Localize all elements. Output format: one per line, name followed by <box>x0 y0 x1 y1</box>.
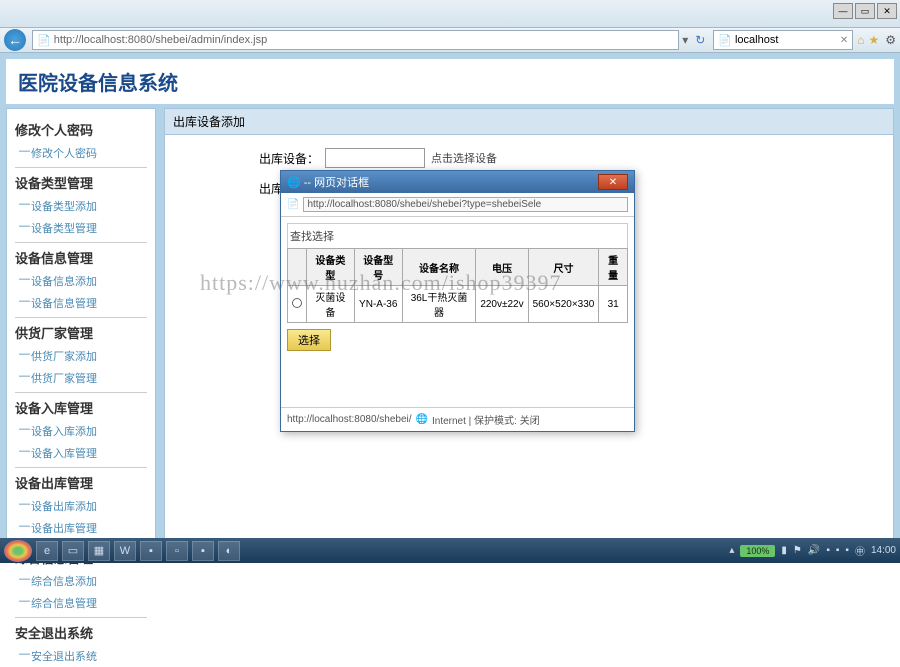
tools-icon[interactable]: ⚙ <box>885 33 896 47</box>
close-window-button[interactable]: ✕ <box>877 3 897 19</box>
table-cell: 560×520×330 <box>528 286 599 323</box>
table-row[interactable]: 灭菌设备YN-A-3636L干热灭菌器220v±22v560×520×33031 <box>288 286 628 323</box>
select-button[interactable]: 选择 <box>287 329 331 351</box>
tray-arrow-icon[interactable]: ▴ <box>729 545 734 556</box>
menu-item[interactable]: 设备类型添加 <box>15 195 147 217</box>
tab-icon: 📄 <box>718 34 732 47</box>
dialog-icon: 🌐 <box>287 177 301 189</box>
task-app-icon[interactable]: ▦ <box>88 541 110 561</box>
favorites-icon[interactable]: ★ <box>868 33 879 47</box>
browser-nav-bar: ← 📄 http://localhost:8080/shebei/admin/i… <box>0 28 900 53</box>
tray-app2-icon[interactable]: ▪ <box>836 545 840 556</box>
device-input[interactable] <box>325 148 425 168</box>
menu-group: 设备出库管理 <box>15 467 147 495</box>
tab-close-icon[interactable]: ✕ <box>840 35 848 46</box>
table-cell: 灭菌设备 <box>307 286 355 323</box>
refresh-button[interactable]: ↻ <box>691 33 709 47</box>
menu-item[interactable]: 设备类型管理 <box>15 217 147 239</box>
menu-item[interactable]: 设备出库添加 <box>15 495 147 517</box>
panel-title: 出库设备添加 <box>165 109 893 135</box>
menu-item[interactable]: 修改个人密码 <box>15 142 147 164</box>
clock[interactable]: 14:00 <box>871 545 896 556</box>
row-radio[interactable] <box>292 298 302 308</box>
task-app2-icon[interactable]: ▪ <box>140 541 162 561</box>
menu-group: 修改个人密码 <box>15 115 147 142</box>
table-header: 设备型号 <box>354 249 402 286</box>
table-header: 设备类型 <box>307 249 355 286</box>
menu-item[interactable]: 综合信息管理 <box>15 592 147 614</box>
dialog-footer-url: http://localhost:8080/shebei/ <box>287 414 412 425</box>
device-hint[interactable]: 点击选择设备 <box>431 150 497 166</box>
address-bar[interactable]: 📄 http://localhost:8080/shebei/admin/ind… <box>32 30 679 50</box>
battery-indicator[interactable]: 100% <box>740 545 775 557</box>
app-title: 医院设备信息系统 <box>6 59 894 104</box>
tray-app-icon[interactable]: ▪ <box>826 545 830 556</box>
menu-item[interactable]: 综合信息添加 <box>15 570 147 592</box>
menu-item[interactable]: 设备出库管理 <box>15 517 147 539</box>
tray-ime-icon[interactable]: ㊥ <box>855 543 865 558</box>
menu-item[interactable]: 供货厂家添加 <box>15 345 147 367</box>
task-ie-icon[interactable]: e <box>36 541 58 561</box>
table-header: 电压 <box>476 249 528 286</box>
menu-group: 设备信息管理 <box>15 242 147 270</box>
menu-item[interactable]: 设备信息添加 <box>15 270 147 292</box>
start-button[interactable] <box>4 540 32 562</box>
menu-group: 设备类型管理 <box>15 167 147 195</box>
table-header <box>288 249 307 286</box>
table-cell: 220v±22v <box>476 286 528 323</box>
device-table: 设备类型设备型号设备名称电压尺寸重量 灭菌设备YN-A-3636L干热灭菌器22… <box>287 248 628 323</box>
task-word-icon[interactable]: W <box>114 541 136 561</box>
internet-zone-icon: 🌐 <box>416 414 428 425</box>
window-titlebar: — ▭ ✕ <box>0 0 900 28</box>
tray-flag-icon[interactable]: ⚑ <box>793 545 802 556</box>
browser-tab[interactable]: 📄 localhost ✕ <box>713 30 853 50</box>
menu-item[interactable]: 设备信息管理 <box>15 292 147 314</box>
table-cell <box>288 286 307 323</box>
menu-item[interactable]: 设备入库管理 <box>15 442 147 464</box>
task-app5-icon[interactable]: ◐ <box>218 541 240 561</box>
menu-group: 设备入库管理 <box>15 392 147 420</box>
table-cell: YN-A-36 <box>354 286 402 323</box>
dialog-url-icon: 📄 <box>287 199 299 210</box>
table-cell: 36L干热灭菌器 <box>402 286 476 323</box>
url-text: http://localhost:8080/shebei/admin/index… <box>54 34 267 46</box>
back-button[interactable]: ← <box>4 29 26 51</box>
tray-sound-icon[interactable]: 🔊 <box>808 545 820 556</box>
task-explorer-icon[interactable]: ▭ <box>62 541 84 561</box>
dialog-url: http://localhost:8080/shebei/shebei?type… <box>303 197 628 212</box>
tab-label: localhost <box>735 34 778 46</box>
url-dropdown-icon[interactable]: ▾ <box>679 33 691 47</box>
menu-item[interactable]: 安全退出系统 <box>15 645 147 667</box>
minimize-button[interactable]: — <box>833 3 853 19</box>
home-icon[interactable]: ⌂ <box>857 33 864 47</box>
menu-group: 供货厂家管理 <box>15 317 147 345</box>
select-device-dialog: 🌐 -- 网页对话框 ✕ 📄 http://localhost:8080/she… <box>280 170 635 432</box>
dialog-section-label: 查找选择 <box>287 223 628 248</box>
taskbar: e ▭ ▦ W ▪ ▫ ▪ ◐ ▴ 100% ▮ ⚑ 🔊 ▪ ▪ ▪ ㊥ 14:… <box>0 538 900 563</box>
sidebar: 修改个人密码修改个人密码设备类型管理设备类型添加设备类型管理设备信息管理设备信息… <box>6 108 156 548</box>
field-device-label: 出库设备： <box>165 150 325 167</box>
maximize-button[interactable]: ▭ <box>855 3 875 19</box>
menu-item[interactable]: 设备入库添加 <box>15 420 147 442</box>
dialog-footer-zone: Internet | 保护模式: 关闭 <box>432 412 540 427</box>
task-app3-icon[interactable]: ▫ <box>166 541 188 561</box>
table-header: 重量 <box>599 249 628 286</box>
task-app4-icon[interactable]: ▪ <box>192 541 214 561</box>
menu-group: 安全退出系统 <box>15 617 147 645</box>
table-header: 设备名称 <box>402 249 476 286</box>
tray-app3-icon[interactable]: ▪ <box>845 545 849 556</box>
dialog-close-button[interactable]: ✕ <box>598 174 628 190</box>
table-header: 尺寸 <box>528 249 599 286</box>
page-icon: 📄 <box>37 34 51 47</box>
dialog-title: -- 网页对话框 <box>304 177 369 189</box>
table-cell: 31 <box>599 286 628 323</box>
tray-network-icon[interactable]: ▮ <box>781 545 787 556</box>
menu-item[interactable]: 供货厂家管理 <box>15 367 147 389</box>
